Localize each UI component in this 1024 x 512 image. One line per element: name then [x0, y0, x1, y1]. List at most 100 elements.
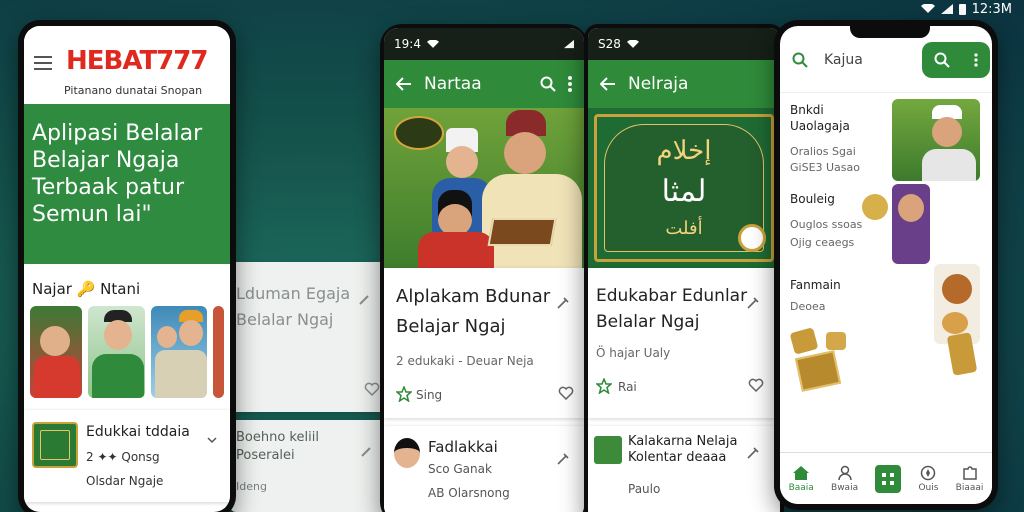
- search-bar: Kajua: [780, 26, 992, 92]
- lesson-card-meta: 2 edukaki - Deuar Neja: [396, 354, 534, 368]
- list-item-title: Edukkai tddaia: [86, 424, 190, 440]
- search-icon[interactable]: [792, 52, 808, 68]
- lesson-card-meta: Ö hajar Ualy: [596, 346, 671, 360]
- edit-icon: [361, 447, 371, 457]
- phone-3-screen: S28 Nelraja إخلام لمثا أفلت Edukabar Edu…: [588, 28, 780, 512]
- phone-1-screen: HEBAT777 Pitanano dunatai Snopan Aplipas…: [24, 26, 230, 512]
- ornament-icon: [789, 327, 819, 355]
- thumbnail[interactable]: [87, 306, 146, 398]
- edit-icon[interactable]: [556, 296, 570, 310]
- calligraphy-artwork: إخلام لمثا أفلت: [588, 108, 780, 268]
- content-row[interactable]: Bouleig Ouglos ssoas Ojig ceaegs: [780, 182, 992, 344]
- list-item-title: Kalakarna Nelaja: [628, 434, 738, 449]
- star-icon: [396, 386, 412, 402]
- chevron-down-icon[interactable]: [206, 434, 218, 446]
- lesson-card[interactable]: Alplakam Bdunar Belajar Ngaj 2 edukaki -…: [384, 268, 584, 418]
- thumbnail[interactable]: [30, 306, 82, 398]
- search-button[interactable]: [922, 42, 990, 78]
- row-title: Fanmain: [790, 278, 841, 292]
- list-item-meta: Paulo: [628, 482, 661, 496]
- list-item[interactable]: Kalakarna Nelaja Kolentar deaaa Paulo: [588, 426, 780, 512]
- edit-icon: [359, 295, 369, 305]
- back-arrow-icon[interactable]: [396, 77, 412, 91]
- hero-banner: Aplipasi Belalar Belajar Ngaja Terbaak p…: [24, 104, 230, 264]
- phone-3-app-bar: Nelraja: [588, 60, 780, 108]
- phone-3-title: Nelraja: [628, 74, 689, 94]
- search-input[interactable]: Kajua: [824, 52, 863, 68]
- row-title-2: Uaolagaja: [790, 119, 850, 133]
- wifi-icon: [626, 39, 639, 48]
- ghost-text-1: Boehno keliil: [236, 430, 319, 445]
- list-item[interactable]: Fadlakkai Sco Ganak AB Olarsnong: [384, 426, 584, 512]
- edit-icon[interactable]: [556, 452, 570, 466]
- calligraphy-line-2: لمثا: [661, 174, 707, 209]
- background-card: Lduman Egaja Belalar Ngaj: [230, 262, 390, 412]
- lesson-card-tag: Rai: [618, 380, 637, 394]
- compass-icon: [921, 465, 936, 480]
- phone-2-status-time: 19:4: [394, 37, 421, 51]
- signal-icon: [940, 4, 953, 14]
- nav-label: Biaaai: [955, 482, 984, 493]
- row-meta: Oralios Sgai: [790, 145, 856, 158]
- phone-2-app-bar: Nartaa: [384, 60, 584, 108]
- nav-label: Ouis: [918, 482, 939, 493]
- system-status-bar: 12:3M: [920, 0, 1012, 18]
- hero-line-1: Aplipasi Belalar: [32, 121, 203, 146]
- row-thumbnail: [892, 184, 930, 264]
- hero-line-2: Belajar Ngaja: [32, 148, 180, 173]
- badge-emblem: [738, 224, 766, 252]
- course-icon: [32, 422, 78, 468]
- nav-item-more[interactable]: Biaaai: [955, 465, 984, 493]
- brand-logo: HEBAT777: [66, 46, 208, 76]
- heart-icon[interactable]: [558, 386, 574, 400]
- nav-item-grid[interactable]: [875, 464, 902, 493]
- edit-icon[interactable]: [746, 296, 760, 310]
- nav-label: Bwaia: [831, 482, 859, 493]
- background-card: Boehno keliil Poseralei Ideng: [230, 420, 390, 512]
- row-meta-2: GiSE3 Uasao: [790, 161, 861, 174]
- heart-icon[interactable]: [748, 378, 764, 392]
- content-row[interactable]: Bnkdi Uaolagaja Oralios Sgai GiSE3 Uasao: [780, 92, 992, 182]
- row-meta: Deoea: [790, 300, 826, 313]
- avatar: [394, 438, 420, 468]
- phone-3-status-bar: S28: [588, 28, 780, 60]
- search-icon[interactable]: [540, 76, 556, 92]
- search-icon: [934, 52, 950, 68]
- phone-2-title: Nartaa: [424, 74, 482, 94]
- list-item-meta-2: Olsdar Ngaje: [86, 474, 164, 488]
- nav-item-home[interactable]: Baaia: [789, 465, 814, 493]
- battery-icon: [958, 4, 966, 15]
- puzzle-icon: [962, 465, 977, 480]
- thumbnail[interactable]: [151, 306, 207, 398]
- list-item-meta-2: AB Olarsnong: [428, 486, 510, 500]
- more-vert-icon[interactable]: [568, 76, 572, 92]
- menu-icon[interactable]: [34, 56, 52, 70]
- lesson-card-title-1: Edukabar Edunlar: [596, 286, 748, 306]
- lesson-card[interactable]: Edukabar Edunlar Belalar Ngaj Ö hajar Ua…: [588, 268, 780, 418]
- lesson-card-title-2: Belalar Ngaj: [596, 312, 700, 332]
- list-item[interactable]: Edukkai tddaia 2 ✦✦ Qonsg Olsdar Ngaje: [24, 410, 230, 502]
- home-icon: [793, 465, 810, 480]
- heart-icon: [364, 382, 380, 396]
- wifi-icon: [426, 39, 439, 48]
- ghost-title-1: Lduman Egaja: [236, 284, 351, 303]
- ornament-icon: [794, 350, 842, 392]
- nav-item-profile[interactable]: Bwaia: [831, 465, 858, 493]
- ghost-text-2: Poseralei: [236, 448, 295, 463]
- phone-3: S28 Nelraja إخلام لمثا أفلت Edukabar Edu…: [584, 24, 784, 512]
- row-meta: Ouglos ssoas: [790, 218, 863, 231]
- hero-line-3: Terbaak patur: [32, 175, 185, 200]
- thumbnail[interactable]: [212, 306, 225, 398]
- lesson-card-title-2: Belajar Ngaj: [396, 316, 506, 337]
- content-row[interactable]: Fanmain Deoea: [780, 274, 992, 414]
- back-arrow-icon[interactable]: [600, 77, 616, 91]
- nav-item-explore[interactable]: Ouis: [918, 465, 938, 493]
- ghost-title-2: Belalar Ngaj: [236, 310, 334, 329]
- status-time: 12:3M: [971, 1, 1012, 17]
- edit-icon[interactable]: [746, 446, 760, 460]
- lesson-illustration: [384, 108, 584, 268]
- star-icon: [596, 378, 612, 394]
- grid-icon: [882, 472, 895, 485]
- ornament-icon: [946, 332, 978, 376]
- brand-subtitle: Pitanano dunatai Snopan: [64, 84, 203, 97]
